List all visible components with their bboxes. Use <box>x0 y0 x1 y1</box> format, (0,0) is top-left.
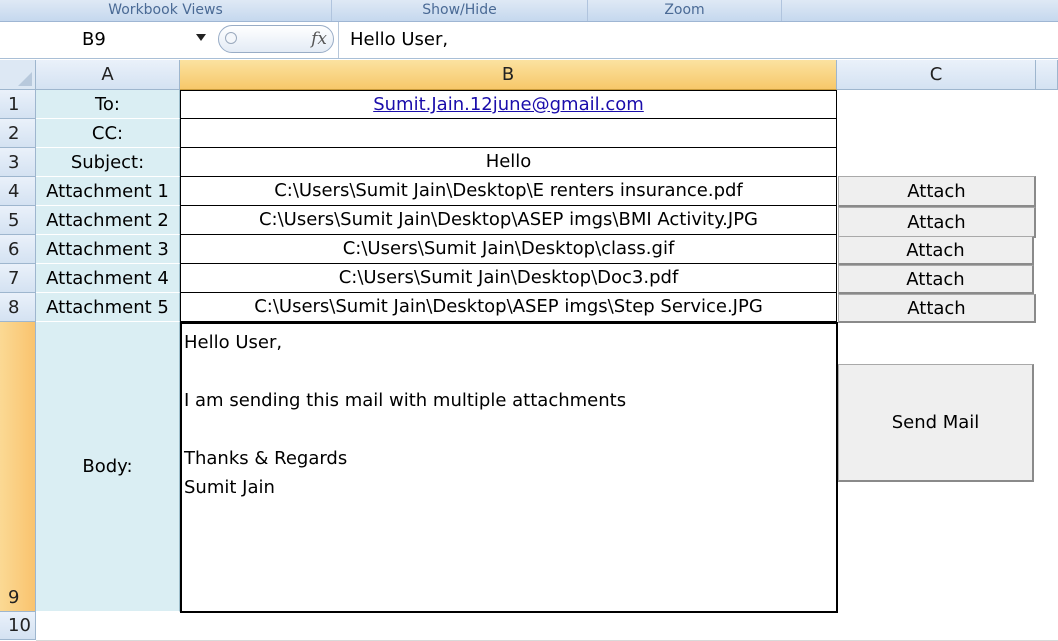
label-subject[interactable]: Subject: <box>36 148 180 177</box>
attachment-2-cell[interactable]: C:\Users\Sumit Jain\Desktop\ASEP imgs\BM… <box>180 206 837 235</box>
label-attachment-3[interactable]: Attachment 3 <box>36 235 180 264</box>
select-all-icon <box>18 72 32 86</box>
attach-button-2[interactable]: Attach <box>838 207 1036 238</box>
subject-cell[interactable]: Hello <box>180 148 837 177</box>
ribbon-group-workbook-views[interactable]: Workbook Views <box>0 0 332 21</box>
attachment-1-cell[interactable]: C:\Users\Sumit Jain\Desktop\E renters in… <box>180 177 837 206</box>
row-header-5[interactable]: 5 <box>0 206 36 235</box>
column-header-d[interactable] <box>1036 60 1058 90</box>
row-header-8[interactable]: 8 <box>0 293 36 322</box>
column-header-b[interactable]: B <box>180 60 837 90</box>
label-attachment-1[interactable]: Attachment 1 <box>36 177 180 206</box>
label-attachment-4[interactable]: Attachment 4 <box>36 264 180 293</box>
attach-button-5[interactable]: Attach <box>838 294 1036 323</box>
fx-icon[interactable]: fx <box>311 29 327 49</box>
ribbon-group-zoom[interactable]: Zoom <box>588 0 782 21</box>
body-cell[interactable]: Hello User, I am sending this mail with … <box>180 322 838 613</box>
attachment-4-cell[interactable]: C:\Users\Sumit Jain\Desktop\Doc3.pdf <box>180 264 837 293</box>
row-header-9[interactable]: 9 <box>0 322 36 612</box>
label-to[interactable]: To: <box>36 90 180 119</box>
formula-bar: B9 fx Hello User, <box>0 22 1058 59</box>
row-header-2[interactable]: 2 <box>0 119 36 148</box>
label-attachment-2[interactable]: Attachment 2 <box>36 206 180 235</box>
formula-input[interactable]: Hello User, <box>350 29 448 50</box>
row-header-1[interactable]: 1 <box>0 90 36 119</box>
label-body[interactable]: Body: <box>36 322 180 612</box>
formula-separator <box>338 22 339 58</box>
select-all-corner[interactable] <box>0 60 36 90</box>
row-header-10[interactable]: 10 <box>0 612 36 640</box>
column-header-a[interactable]: A <box>36 60 180 90</box>
row-header-7[interactable]: 7 <box>0 264 36 293</box>
attachment-5-cell[interactable]: C:\Users\Sumit Jain\Desktop\ASEP imgs\St… <box>180 293 837 322</box>
name-box[interactable]: B9 <box>0 26 212 54</box>
label-attachment-5[interactable]: Attachment 5 <box>36 293 180 322</box>
to-email-link[interactable]: Sumit.Jain.12june@gmail.com <box>373 94 644 115</box>
ribbon-group-show-hide[interactable]: Show/Hide <box>332 0 588 21</box>
name-box-value: B9 <box>82 29 106 50</box>
chevron-down-icon[interactable] <box>196 34 206 41</box>
cc-cell[interactable] <box>180 119 837 148</box>
label-cc[interactable]: CC: <box>36 119 180 148</box>
column-header-c[interactable]: C <box>837 60 1036 90</box>
resize-knob-icon[interactable] <box>225 32 237 44</box>
send-mail-button[interactable]: Send Mail <box>838 364 1034 482</box>
attachment-3-cell[interactable]: C:\Users\Sumit Jain\Desktop\class.gif <box>180 235 837 264</box>
ribbon-group-bar: Workbook Views Show/Hide Zoom <box>0 0 1058 22</box>
row-header-6[interactable]: 6 <box>0 235 36 264</box>
to-cell[interactable]: Sumit.Jain.12june@gmail.com <box>180 90 837 119</box>
row-header-4[interactable]: 4 <box>0 177 36 206</box>
insert-function-control[interactable]: fx <box>218 25 334 53</box>
row-header-3[interactable]: 3 <box>0 148 36 177</box>
attach-button-1[interactable]: Attach <box>838 176 1036 207</box>
attach-button-3[interactable]: Attach <box>838 236 1034 265</box>
attach-button-4[interactable]: Attach <box>838 265 1034 294</box>
